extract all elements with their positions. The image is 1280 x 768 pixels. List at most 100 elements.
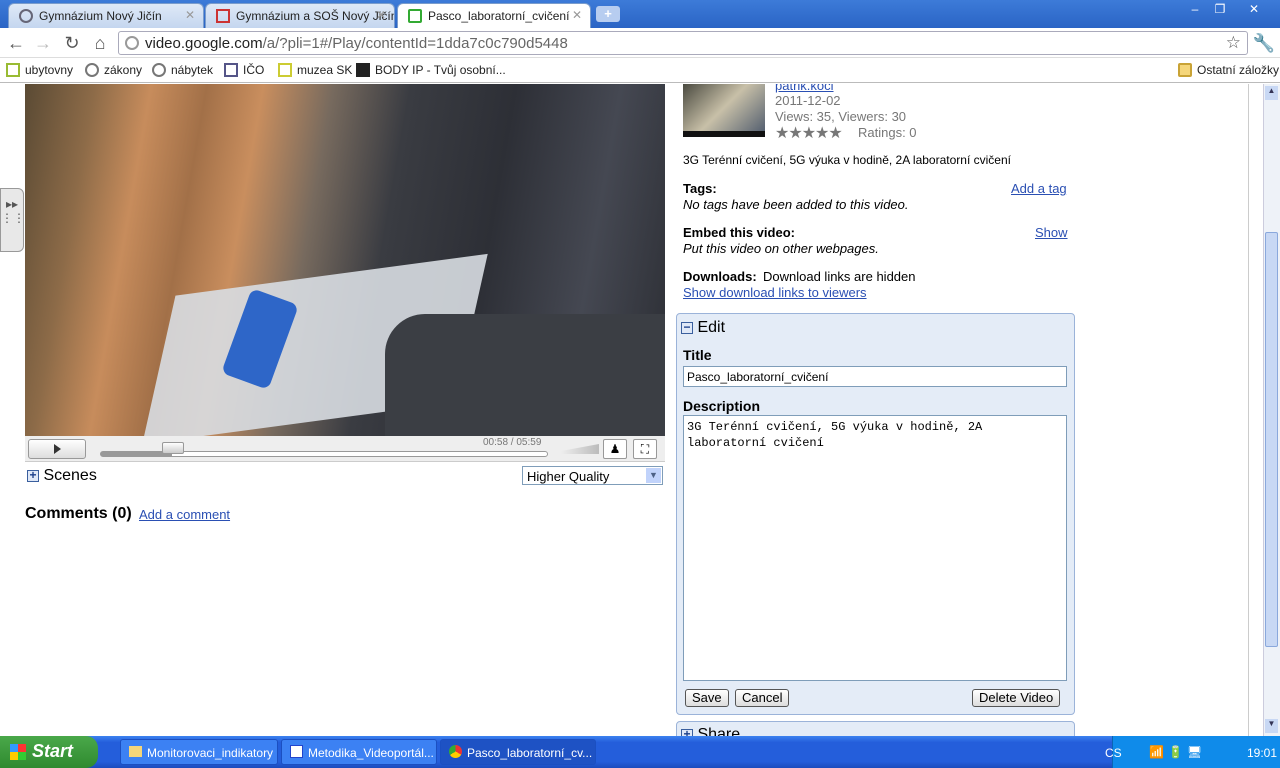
chrome-icon <box>449 745 462 758</box>
home-icon <box>6 63 20 77</box>
bookmark-zakony[interactable]: zákony <box>85 63 142 77</box>
home-icon[interactable]: ⌂ <box>88 33 112 54</box>
video-sleeve <box>385 314 665 436</box>
author-link[interactable]: patrik.koci <box>775 84 834 93</box>
gmail-icon <box>216 9 230 23</box>
side-panel-toggle[interactable]: ▸▸ ⋮⋮ <box>0 188 25 252</box>
video-description: 3G Terénní cvičení, 5G výuka v hodině, 2… <box>683 153 1011 167</box>
ip-logo-icon <box>356 63 370 77</box>
scroll-down-button[interactable]: ▼ <box>1265 719 1278 733</box>
delete-video-button[interactable]: Delete Video <box>972 689 1061 707</box>
bookmark-body-ip[interactable]: BODY IP - Tvůj osobní... <box>356 63 506 77</box>
upload-date: 2011-12-02 <box>775 93 841 108</box>
expand-icon: + <box>27 469 39 482</box>
close-icon[interactable]: ✕ <box>572 8 582 22</box>
fullscreen-button[interactable]: ⛶ <box>633 439 657 459</box>
scroll-up-button[interactable]: ▲ <box>1265 86 1278 100</box>
folder-icon <box>1178 63 1192 77</box>
quality-select[interactable]: Higher Quality ▼ <box>522 466 663 485</box>
back-icon[interactable]: ← <box>4 33 28 54</box>
share-panel[interactable]: + Share <box>676 721 1075 736</box>
minimize-button[interactable]: – <box>1183 2 1207 18</box>
windows-logo-icon <box>10 744 26 760</box>
clock: 19:01 <box>1247 746 1278 760</box>
start-button[interactable]: Start <box>0 736 98 768</box>
volume-slider[interactable] <box>561 444 599 454</box>
building-icon <box>224 63 238 77</box>
comments-heading: Comments (0) <box>25 505 132 522</box>
system-tray: CS 📶🔋🖥 19:01 <box>1105 736 1280 768</box>
tab-gmail[interactable]: Gymnázium a SOŠ Nový Jičín M ✕ <box>205 3 395 28</box>
tab-gymnazium[interactable]: Gymnázium Nový Jičín ✕ <box>8 3 204 28</box>
wrench-icon[interactable]: 🔧 <box>1252 33 1276 54</box>
tags-label: Tags: <box>683 181 717 196</box>
view-count: Views: 35, Viewers: 30 <box>775 109 907 124</box>
star-icon[interactable]: ☆ <box>1226 33 1241 53</box>
forward-icon[interactable]: → <box>31 33 55 54</box>
reload-icon[interactable]: ↻ <box>60 33 84 54</box>
tab-pasco[interactable]: Pasco_laboratorní_cvičení ✕ <box>397 3 591 28</box>
bookmark-muzea[interactable]: muzea SK <box>278 63 352 77</box>
chevron-down-icon: ▼ <box>646 468 661 483</box>
close-icon[interactable]: ✕ <box>185 8 195 22</box>
save-button[interactable]: Save <box>685 689 729 707</box>
edit-toggle[interactable]: − Edit <box>681 319 725 337</box>
task-metodika[interactable]: Metodika_Videoportál... <box>281 739 437 765</box>
google-video-icon <box>408 9 422 23</box>
language-indicator[interactable]: CS <box>1105 746 1122 760</box>
task-monitorovaci[interactable]: Monitorovaci_indikatory <box>120 739 278 765</box>
new-tab-button[interactable]: + <box>596 6 620 22</box>
downloads-value: Download links are hidden <box>763 269 916 284</box>
page-content: ▸▸ ⋮⋮ 00:58 / 05:59 ♟ ⛶ + Scenes Higher Q… <box>0 84 1263 736</box>
cancel-button[interactable]: Cancel <box>735 689 790 707</box>
embed-show-link[interactable]: Show <box>1035 225 1068 240</box>
globe-icon <box>19 9 33 23</box>
globe-icon <box>152 63 166 77</box>
tray-icons[interactable]: 📶🔋🖥 <box>1149 745 1206 759</box>
embed-value: Put this video on other webpages. <box>683 241 879 256</box>
museum-icon <box>278 63 292 77</box>
toolbar: ← → ↻ ⌂ video.google.com/a/?pli=1#/Play/… <box>0 28 1280 58</box>
bookmark-nabytek[interactable]: nábytek <box>152 63 213 77</box>
bookmark-ubytovny[interactable]: ubytovny <box>6 63 73 77</box>
restore-button[interactable]: ❐ <box>1208 2 1232 18</box>
bookmark-ico[interactable]: IČO <box>224 63 264 77</box>
embed-label: Embed this video: <box>683 225 795 240</box>
scrollbar-thumb[interactable] <box>1265 232 1278 647</box>
task-pasco[interactable]: Pasco_laboratorní_cv... <box>440 739 596 765</box>
edit-panel: − Edit Title Pasco_laboratorní_cvičení D… <box>676 313 1075 715</box>
add-comment-link[interactable]: Add a comment <box>139 507 230 522</box>
close-icon[interactable]: ✕ <box>376 8 386 22</box>
taskbar: Start Monitorovaci_indikatory Metodika_V… <box>0 736 1280 768</box>
scenes-toggle[interactable]: + Scenes <box>27 467 97 485</box>
bookmarks-bar: ubytovny zákony nábytek IČO muzea SK BOD… <box>0 58 1280 83</box>
tags-value: No tags have been added to this video. <box>683 197 909 212</box>
play-button[interactable] <box>28 439 86 459</box>
video-frame[interactable] <box>25 84 665 445</box>
close-window-button[interactable]: ✕ <box>1242 2 1266 18</box>
player-controls: 00:58 / 05:59 ♟ ⛶ <box>25 436 665 462</box>
description-textarea[interactable]: 3G Terénní cvičení, 5G výuka v hodině, 2… <box>683 415 1067 681</box>
rating-stars[interactable]: ★★★★★ <box>775 123 843 143</box>
show-download-links[interactable]: Show download links to viewers <box>683 285 867 300</box>
title-label: Title <box>683 347 712 363</box>
globe-icon <box>85 63 99 77</box>
popout-button[interactable]: ♟ <box>603 439 627 459</box>
address-bar[interactable]: video.google.com/a/?pli=1#/Play/contentI… <box>118 31 1248 55</box>
title-input[interactable]: Pasco_laboratorní_cvičení <box>683 366 1067 387</box>
description-label: Description <box>683 398 761 414</box>
video-thumbnail[interactable] <box>683 84 765 137</box>
other-bookmarks[interactable]: Ostatní záložky <box>1178 63 1279 77</box>
globe-icon <box>125 36 139 50</box>
folder-icon <box>129 746 142 757</box>
word-icon <box>290 745 303 758</box>
divider <box>1248 84 1249 736</box>
collapse-icon: − <box>681 321 693 334</box>
downloads-label: Downloads: <box>683 269 757 284</box>
ratings-count: Ratings: 0 <box>858 125 917 140</box>
add-tag-link[interactable]: Add a tag <box>1011 181 1067 196</box>
tab-bar: Gymnázium Nový Jičín ✕ Gymnázium a SOŠ No… <box>0 0 1280 28</box>
time-display: 00:58 / 05:59 <box>483 437 542 448</box>
seek-handle[interactable] <box>161 442 184 454</box>
expand-icon: + <box>681 728 693 736</box>
